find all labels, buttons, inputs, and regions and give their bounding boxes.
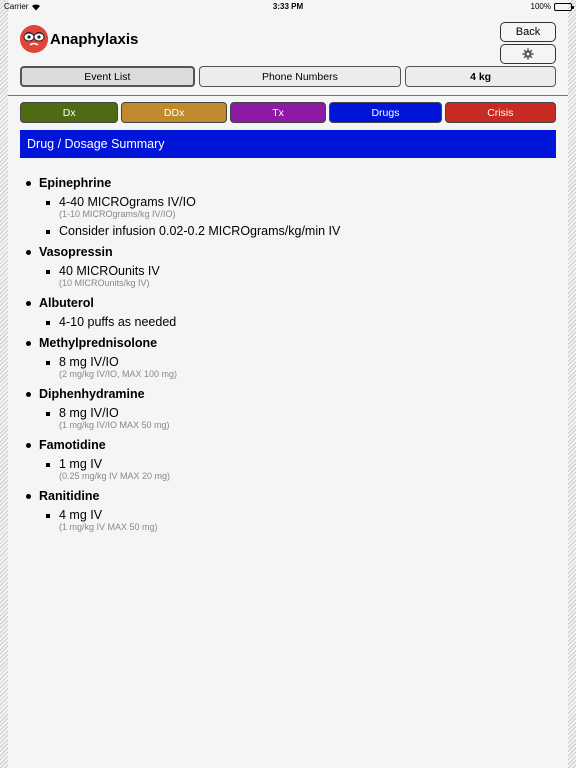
dose-main: 8 mg IV/IO xyxy=(59,355,119,369)
drug-item: Ranitidine 4 mg IV (1 mg/kg IV MAX 50 mg… xyxy=(26,489,550,533)
tab-tx[interactable]: Tx xyxy=(229,102,327,123)
drug-list: Epinephrine 4-40 MICROgrams IV/IO (1-10 … xyxy=(26,176,550,540)
dose-item: 4-10 puffs as needed xyxy=(46,315,550,329)
drug-item: Methylprednisolone 8 mg IV/IO (2 mg/kg I… xyxy=(26,336,550,380)
nav-bar: Event List Phone Numbers 4 kg xyxy=(20,66,556,87)
dose-weight-based: (1 mg/kg IV MAX 50 mg) xyxy=(59,522,158,532)
drug-name: Ranitidine xyxy=(39,489,100,503)
status-time: 3:33 PM xyxy=(272,2,304,11)
dose-main: 8 mg IV/IO xyxy=(59,406,119,420)
dose-weight-based: (1 mg/kg IV/IO MAX 50 mg) xyxy=(59,420,170,430)
dose-item: 40 MICROunits IV (10 MICROunits/kg IV) xyxy=(46,264,550,289)
drug-item: Albuterol 4-10 puffs as needed xyxy=(26,296,550,329)
dose-item: 1 mg IV (0.25 mg/kg IV MAX 20 mg) xyxy=(46,457,550,482)
dose-main: Consider infusion 0.02-0.2 MICROgrams/kg… xyxy=(59,224,341,238)
dose-weight-based: (2 mg/kg IV/IO, MAX 100 mg) xyxy=(59,369,178,379)
dose-list: 4 mg IV (1 mg/kg IV MAX 50 mg) xyxy=(39,508,550,533)
dose-weight-based: (1-10 MICROgrams/kg IV/IO) xyxy=(59,209,176,219)
weight-button[interactable]: 4 kg xyxy=(405,66,556,87)
drug-item: Diphenhydramine 8 mg IV/IO (1 mg/kg IV/I… xyxy=(26,387,550,431)
tab-drugs[interactable]: Drugs xyxy=(329,102,442,123)
phone-numbers-button[interactable]: Phone Numbers xyxy=(198,66,402,87)
dose-item: Consider infusion 0.02-0.2 MICROgrams/kg… xyxy=(46,224,550,238)
drug-name: Albuterol xyxy=(39,296,94,310)
event-list-button[interactable]: Event List xyxy=(20,66,195,87)
battery-percent: 100% xyxy=(530,2,551,11)
dose-list: 8 mg IV/IO (2 mg/kg IV/IO, MAX 100 mg) xyxy=(39,355,550,380)
wifi-icon xyxy=(32,3,41,11)
status-bar: Carrier 3:33 PM 100% xyxy=(0,0,576,13)
dose-main: 40 MICROunits IV xyxy=(59,264,160,278)
left-edge-hatch xyxy=(0,0,8,768)
dose-list: 40 MICROunits IV (10 MICROunits/kg IV) xyxy=(39,264,550,289)
app-logo-icon xyxy=(20,25,48,53)
page-title: Anaphylaxis xyxy=(50,31,139,48)
dose-list: 4-10 puffs as needed xyxy=(39,315,550,329)
drug-item: Vasopressin 40 MICROunits IV (10 MICROun… xyxy=(26,245,550,289)
dose-list: 1 mg IV (0.25 mg/kg IV MAX 20 mg) xyxy=(39,457,550,482)
dose-main: 1 mg IV xyxy=(59,457,103,471)
drug-name: Diphenhydramine xyxy=(39,387,145,401)
drug-item: Famotidine 1 mg IV (0.25 mg/kg IV MAX 20… xyxy=(26,438,550,482)
dose-list: 8 mg IV/IO (1 mg/kg IV/IO MAX 50 mg) xyxy=(39,406,550,431)
battery-indicator: 100% xyxy=(530,2,574,11)
tab-ddx[interactable]: DDx xyxy=(121,102,227,123)
carrier-indicator: Carrier xyxy=(4,2,41,11)
dose-list: 4-40 MICROgrams IV/IO (1-10 MICROgrams/k… xyxy=(39,195,550,238)
drug-item: Epinephrine 4-40 MICROgrams IV/IO (1-10 … xyxy=(26,176,550,238)
dose-item: 8 mg IV/IO (1 mg/kg IV/IO MAX 50 mg) xyxy=(46,406,550,431)
header-divider xyxy=(8,95,568,96)
drug-name: Methylprednisolone xyxy=(39,336,158,350)
dose-weight-based: (10 MICROunits/kg IV) xyxy=(59,278,150,288)
dose-item: 4 mg IV (1 mg/kg IV MAX 50 mg) xyxy=(46,508,550,533)
drug-name: Famotidine xyxy=(39,438,106,452)
app-header: Anaphylaxis Back xyxy=(20,22,556,64)
category-tabs: Dx DDx Tx Drugs Crisis xyxy=(20,102,556,123)
carrier-label: Carrier xyxy=(4,2,29,11)
right-edge-hatch xyxy=(568,0,576,768)
battery-icon xyxy=(554,2,574,11)
tab-dx[interactable]: Dx xyxy=(20,102,119,123)
dose-weight-based: (0.25 mg/kg IV MAX 20 mg) xyxy=(59,471,171,481)
tab-crisis[interactable]: Crisis xyxy=(444,102,556,123)
drug-name: Epinephrine xyxy=(39,176,112,190)
dose-main: 4-40 MICROgrams IV/IO xyxy=(59,195,196,209)
settings-button[interactable] xyxy=(500,44,556,64)
gear-icon xyxy=(522,48,534,60)
dose-item: 4-40 MICROgrams IV/IO (1-10 MICROgrams/k… xyxy=(46,195,550,220)
drug-name: Vasopressin xyxy=(39,245,113,259)
section-header: Drug / Dosage Summary xyxy=(20,130,556,158)
dose-main: 4-10 puffs as needed xyxy=(59,315,177,329)
back-button[interactable]: Back xyxy=(500,22,556,42)
dose-main: 4 mg IV xyxy=(59,508,103,522)
dose-item: 8 mg IV/IO (2 mg/kg IV/IO, MAX 100 mg) xyxy=(46,355,550,380)
